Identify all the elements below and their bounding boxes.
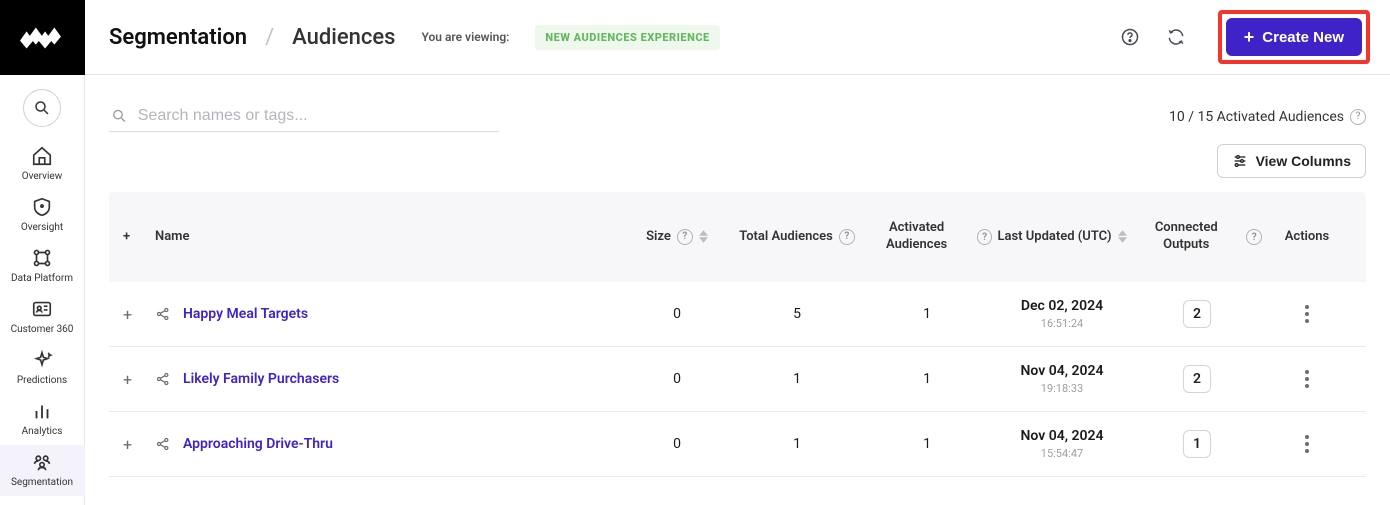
help-icon[interactable] [1116, 23, 1144, 51]
cell-total: 1 [732, 371, 862, 387]
row-actions-menu[interactable] [1299, 364, 1315, 394]
sidebar-item-customer-360[interactable]: Customer 360 [0, 292, 85, 343]
row-actions-menu[interactable] [1299, 429, 1315, 459]
id-card-icon [31, 298, 53, 320]
search-input[interactable] [138, 107, 497, 125]
expand-all-toggle[interactable]: + [123, 229, 155, 246]
search-input-wrap[interactable] [109, 101, 499, 132]
sidebar-item-label: Analytics [22, 426, 63, 437]
sidebar-item-label: Overview [22, 171, 63, 182]
info-icon[interactable]: ? [1246, 229, 1262, 245]
info-icon[interactable]: ? [1350, 109, 1366, 125]
connected-outputs-badge[interactable]: 2 [1183, 300, 1211, 328]
sidebar-item-oversight[interactable]: Oversight [0, 190, 85, 241]
sidebar-item-overview[interactable]: Overview [0, 139, 85, 190]
column-activated-audiences[interactable]: Activated Audiences ? [862, 220, 992, 254]
cell-size: 0 [622, 371, 732, 387]
cell-activated: 1 [862, 436, 992, 452]
connected-outputs-badge[interactable]: 2 [1183, 365, 1211, 393]
sidebar-item-label: Predictions [17, 375, 67, 386]
table-row: + Happy Meal Targets 0 5 1 Dec 02, 20241… [109, 282, 1366, 347]
share-icon[interactable] [155, 306, 171, 322]
connected-outputs-badge[interactable]: 1 [1183, 430, 1211, 458]
sliders-icon [1232, 153, 1248, 169]
create-new-button[interactable]: + Create New [1226, 18, 1362, 56]
sidebar-item-label: Data Platform [11, 273, 73, 284]
top-header: Segmentation / Audiences You are viewing… [85, 0, 1390, 75]
cell-activated: 1 [862, 306, 992, 322]
breadcrumb-separator: / [265, 25, 274, 50]
cell-total: 5 [732, 306, 862, 322]
new-experience-badge: NEW AUDIENCES EXPERIENCE [535, 25, 719, 50]
expand-row-toggle[interactable]: + [123, 305, 155, 324]
column-connected-outputs[interactable]: Connected Outputs ? [1132, 220, 1262, 254]
sort-icon[interactable] [1118, 230, 1127, 243]
sidebar-item-predictions[interactable]: Predictions [0, 343, 85, 394]
sparkles-icon [31, 349, 53, 371]
activated-audiences-count: 10 / 15 Activated Audiences ? [1169, 109, 1366, 125]
refresh-icon[interactable] [1162, 23, 1190, 51]
expand-row-toggle[interactable]: + [123, 435, 155, 454]
audiences-table: + Name Size ? Total Audiences ? Activate… [109, 192, 1366, 477]
table-header: + Name Size ? Total Audiences ? Activate… [109, 192, 1366, 282]
sidebar-item-segmentation[interactable]: Segmentation [0, 445, 85, 496]
cell-total: 1 [732, 436, 862, 452]
plus-icon: + [1244, 28, 1255, 46]
info-icon[interactable]: ? [677, 229, 693, 245]
cell-size: 0 [622, 306, 732, 322]
table-row: + Likely Family Purchasers 0 1 1 Nov 04,… [109, 347, 1366, 412]
expand-row-toggle[interactable]: + [123, 370, 155, 389]
activated-count-text: 10 / 15 Activated Audiences [1169, 109, 1344, 125]
cell-last-updated: Nov 04, 202419:18:33 [992, 363, 1132, 395]
people-group-icon [31, 451, 53, 473]
share-icon[interactable] [155, 371, 171, 387]
table-row: + Approaching Drive-Thru 0 1 1 Nov 04, 2… [109, 412, 1366, 477]
column-size[interactable]: Size ? [622, 229, 732, 246]
audience-name-link[interactable]: Happy Meal Targets [183, 306, 308, 322]
sidebar-item-analytics[interactable]: Analytics [0, 394, 85, 445]
search-icon [111, 107, 128, 125]
cell-size: 0 [622, 436, 732, 452]
share-icon[interactable] [155, 436, 171, 452]
bar-chart-icon [31, 400, 53, 422]
nodes-icon [31, 247, 53, 269]
info-icon[interactable]: ? [839, 229, 855, 245]
column-last-updated[interactable]: Last Updated (UTC) [992, 229, 1132, 246]
column-name[interactable]: Name [155, 229, 622, 246]
sidebar-item-label: Segmentation [11, 477, 73, 488]
audience-name-link[interactable]: Likely Family Purchasers [183, 371, 339, 387]
cell-last-updated: Dec 02, 202416:51:24 [992, 298, 1132, 330]
column-total-audiences[interactable]: Total Audiences ? [732, 229, 862, 246]
cell-last-updated: Nov 04, 202415:54:47 [992, 428, 1132, 460]
shield-icon [31, 196, 53, 218]
main-panel: Segmentation / Audiences You are viewing… [85, 0, 1390, 505]
app-logo[interactable] [0, 0, 85, 75]
sidebar-search-button[interactable] [23, 89, 61, 127]
highlight-annotation: + Create New [1218, 10, 1370, 64]
sort-icon[interactable] [699, 230, 708, 243]
column-actions: Actions [1262, 229, 1352, 246]
create-new-label: Create New [1262, 29, 1344, 46]
sidebar: Overview Oversight Data Platform Custome… [0, 0, 85, 505]
cell-activated: 1 [862, 371, 992, 387]
view-columns-button[interactable]: View Columns [1217, 144, 1366, 178]
breadcrumb-root[interactable]: Segmentation [109, 25, 247, 50]
viewing-label: You are viewing: [422, 30, 510, 44]
home-icon [31, 145, 53, 167]
row-actions-menu[interactable] [1299, 299, 1315, 329]
sidebar-item-label: Customer 360 [11, 324, 74, 335]
sidebar-item-label: Oversight [21, 222, 63, 233]
view-columns-label: View Columns [1256, 153, 1351, 169]
sidebar-item-data-platform[interactable]: Data Platform [0, 241, 85, 292]
content-area: 10 / 15 Activated Audiences ? View Colum… [85, 75, 1390, 505]
audience-name-link[interactable]: Approaching Drive-Thru [183, 436, 333, 452]
breadcrumb-current: Audiences [292, 25, 395, 50]
info-icon[interactable]: ? [977, 229, 992, 245]
